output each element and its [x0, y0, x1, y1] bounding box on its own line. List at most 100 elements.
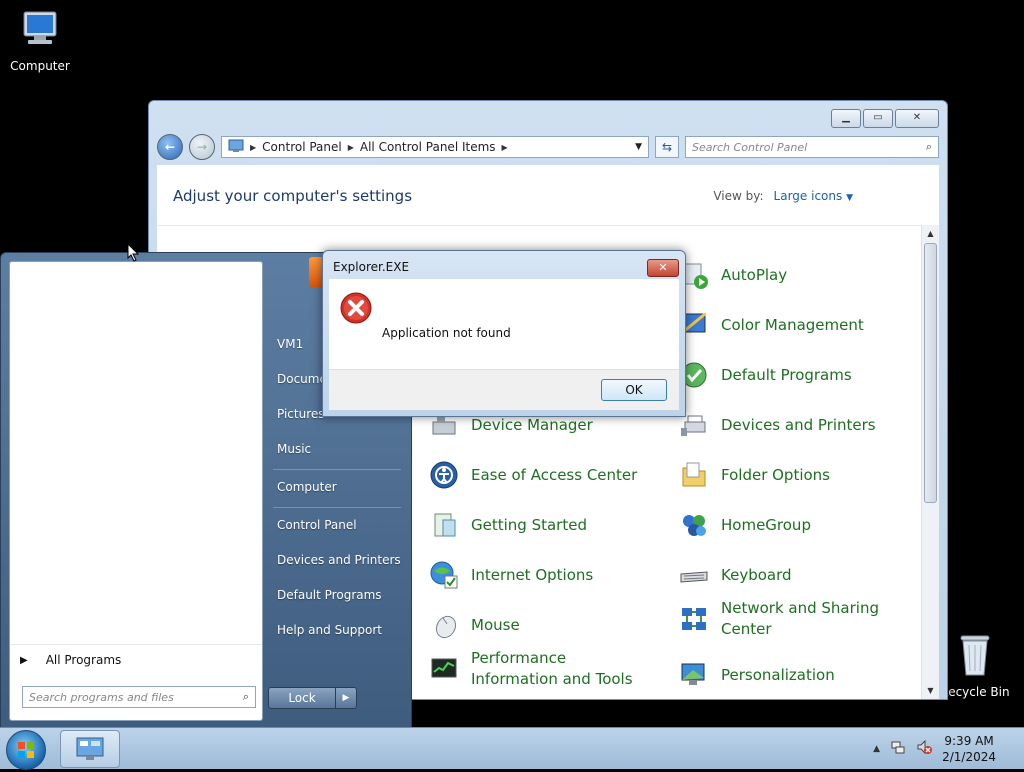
start-item-documents[interactable]: Docume — [277, 372, 327, 386]
keyboard-icon — [677, 558, 711, 592]
chevron-down-icon[interactable]: ▼ — [635, 142, 642, 152]
search-input[interactable]: Search Control Panel ⌕ — [685, 136, 939, 158]
all-programs-button[interactable]: ▶ All Programs — [10, 644, 262, 675]
breadcrumb-separator-icon: ▶ — [347, 142, 354, 152]
close-button[interactable]: ✕ — [895, 109, 939, 128]
shutdown-options-button[interactable]: ▶ — [336, 687, 357, 709]
start-item-devices-printers[interactable]: Devices and Printers — [277, 553, 401, 567]
triangle-right-icon: ▶ — [342, 693, 350, 703]
view-by-dropdown[interactable]: Large icons ▼ — [774, 189, 853, 203]
start-item-pictures[interactable]: Pictures — [277, 407, 325, 421]
scroll-down-icon[interactable]: ▼ — [922, 686, 939, 695]
getting-started-icon — [427, 508, 461, 542]
system-tray: ▲ 9:39 AM 2/1/2024 — [873, 728, 1024, 769]
cp-item-label: Device Manager — [471, 415, 593, 434]
separator — [273, 507, 401, 508]
show-hidden-icons-icon[interactable]: ▲ — [873, 744, 880, 754]
maximize-button[interactable]: ▭ — [863, 109, 893, 128]
desktop-icon-computer[interactable]: Computer — [0, 8, 80, 73]
scroll-up-icon[interactable]: ▲ — [922, 229, 939, 238]
cp-item-label: Color Management — [721, 315, 864, 334]
start-item-computer[interactable]: Computer — [277, 480, 337, 494]
cp-item-performance[interactable]: Performance Information and Tools — [427, 648, 657, 690]
search-icon: ⌕ — [925, 140, 932, 153]
cp-item-ease-of-access[interactable]: Ease of Access Center — [427, 458, 657, 492]
ok-button[interactable]: OK — [601, 379, 667, 401]
cp-item-default-programs[interactable]: Default Programs — [677, 358, 907, 392]
cp-item-internet-options[interactable]: Internet Options — [427, 558, 657, 592]
search-placeholder: Search Control Panel — [692, 140, 808, 154]
search-icon: ⌕ — [242, 690, 249, 703]
start-item-control-panel[interactable]: Control Panel — [277, 518, 357, 532]
start-button[interactable] — [6, 730, 46, 770]
cp-item-label: Devices and Printers — [721, 415, 876, 434]
cp-item-mouse[interactable]: Mouse — [427, 608, 657, 642]
taskbar-control-panel-button[interactable] — [60, 730, 120, 768]
control-panel-small-icon — [228, 139, 244, 156]
folder-options-icon — [677, 458, 711, 492]
cp-item-label: Personalization — [721, 665, 835, 684]
cp-item-autoplay[interactable]: AutoPlay — [677, 258, 907, 292]
cp-item-label: Network and Sharing Center — [721, 599, 879, 638]
performance-icon — [427, 652, 461, 686]
start-item-user[interactable]: VM1 — [277, 337, 303, 351]
cp-item-label: Folder Options — [721, 465, 830, 484]
mouse-icon — [427, 608, 461, 642]
cp-item-label: HomeGroup — [721, 515, 811, 534]
start-item-help-support[interactable]: Help and Support — [277, 623, 382, 637]
breadcrumb-control-panel[interactable]: Control Panel — [262, 140, 342, 154]
back-button[interactable]: ← — [157, 134, 183, 160]
scrollbar-thumb[interactable] — [924, 243, 937, 503]
breadcrumb-all-items[interactable]: All Control Panel Items — [360, 140, 496, 154]
cp-item-folder-options[interactable]: Folder Options — [677, 458, 907, 492]
dialog-message: Application not found — [382, 326, 511, 340]
network-icon[interactable] — [890, 739, 906, 758]
arrow-left-icon: ← — [164, 140, 176, 154]
computer-icon — [0, 8, 80, 55]
cp-item-label: Internet Options — [471, 565, 594, 584]
view-by: View by: Large icons ▼ — [713, 189, 853, 203]
view-by-label: View by: — [713, 189, 764, 203]
control-panel-icon — [76, 737, 104, 760]
lock-button[interactable]: Lock — [268, 687, 336, 709]
cp-item-label: Getting Started — [471, 515, 587, 534]
start-item-music[interactable]: Music — [277, 442, 311, 456]
network-sharing-icon — [677, 602, 711, 636]
clock-date: 2/1/2024 — [942, 749, 996, 764]
desktop-icon-label: Computer — [10, 59, 70, 73]
dialog-close-button[interactable]: ✕ — [647, 259, 679, 277]
all-programs-label: All Programs — [45, 653, 122, 667]
lock-control: Lock ▶ — [268, 687, 357, 709]
view-by-value: Large icons — [773, 189, 843, 203]
cp-item-devices-printers[interactable]: Devices and Printers — [677, 408, 907, 442]
breadcrumb-separator-icon: ▶ — [501, 142, 508, 152]
cp-item-personalization[interactable]: Personalization — [677, 658, 907, 692]
start-search-input[interactable]: Search programs and files ⌕ — [22, 686, 256, 708]
volume-muted-icon[interactable] — [916, 739, 933, 758]
error-dialog: Explorer.EXE ✕ Application not found OK — [322, 250, 686, 417]
cp-item-label: Mouse — [471, 615, 520, 634]
divider — [157, 225, 939, 226]
cp-item-getting-started[interactable]: Getting Started — [427, 508, 657, 542]
dialog-body: Application not found — [329, 279, 679, 369]
vertical-scrollbar[interactable]: ▲ ▼ — [921, 225, 939, 699]
refresh-button[interactable]: ⇆ — [655, 136, 679, 158]
chevron-down-icon: ▼ — [846, 193, 853, 203]
breadcrumb-separator-icon: ▶ — [250, 142, 257, 152]
cp-item-homegroup[interactable]: HomeGroup — [677, 508, 907, 542]
clock-time: 9:39 AM — [944, 733, 994, 748]
internet-options-icon — [427, 558, 461, 592]
address-toolbar: ← → ▶ Control Panel ▶ All Control Panel … — [157, 133, 939, 161]
minimize-button[interactable]: ▁ — [831, 109, 861, 128]
address-bar[interactable]: ▶ Control Panel ▶ All Control Panel Item… — [221, 136, 649, 158]
forward-button[interactable]: → — [189, 134, 215, 160]
cp-item-color-management[interactable]: Color Management — [677, 308, 907, 342]
dialog-title: Explorer.EXE — [333, 260, 410, 274]
ease-of-access-icon — [427, 458, 461, 492]
cp-item-keyboard[interactable]: Keyboard — [677, 558, 907, 592]
system-clock[interactable]: 9:39 AM 2/1/2024 — [942, 733, 996, 765]
homegroup-icon — [677, 508, 711, 542]
cp-item-label: Default Programs — [721, 365, 852, 384]
cp-item-network-sharing[interactable]: Network and Sharing Center — [677, 598, 907, 640]
start-item-default-programs[interactable]: Default Programs — [277, 588, 382, 602]
